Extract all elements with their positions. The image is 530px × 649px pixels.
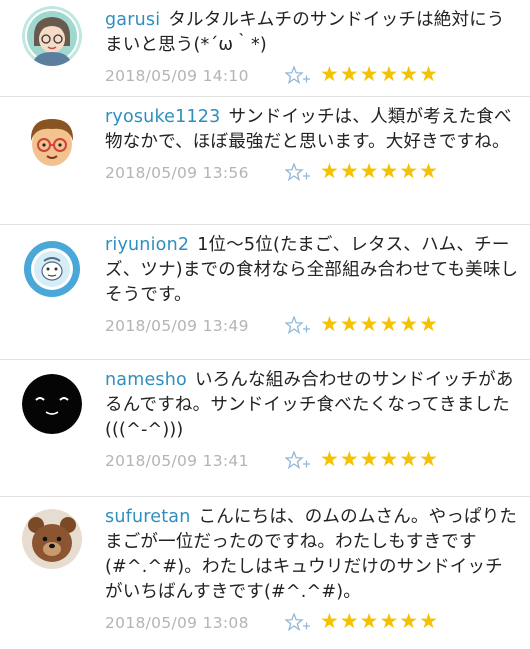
timestamp: 2018/05/09 13:08 (105, 614, 249, 632)
comment-meta: 2018/05/09 13:56 ★★★★★★ (105, 155, 520, 199)
rating-stars: ★★★★★★ (320, 447, 439, 471)
star-plus-icon[interactable] (285, 451, 311, 471)
comment-meta: 2018/05/09 13:49 ★★★★★★ (105, 308, 520, 352)
star-plus-icon[interactable] (285, 613, 311, 633)
rating-stars: ★★★★★★ (320, 312, 439, 336)
comment-item: namesho いろんな組み合わせのサンドイッチがあるんですね。サンドイッチ食べた… (0, 360, 530, 497)
comment-item: ryosuke1123 サンドイッチは、人類が考えた食べ物なかで、ほぼ最強だと思い… (0, 97, 530, 225)
avatar-boy-glasses-icon[interactable] (22, 111, 82, 171)
comment-body: riyunion2 1位〜5位(たまご、レタス、ハム、チーズ、ツナ)までの食材なら… (105, 233, 520, 308)
comment-meta: 2018/05/09 13:08 ★★★★★★ (105, 605, 520, 649)
timestamp: 2018/05/09 14:10 (105, 67, 249, 85)
username-link[interactable]: riyunion2 (105, 235, 189, 255)
avatar-black-smiley-icon[interactable] (22, 374, 82, 434)
username-link[interactable]: sufuretan (105, 507, 191, 527)
comment-body: namesho いろんな組み合わせのサンドイッチがあるんですね。サンドイッチ食べた… (105, 368, 520, 443)
comment-list: garusi タルタルキムチのサンドイッチは絶対にうまいと思う(*´ω｀*) 20… (0, 0, 530, 647)
star-plus-icon[interactable] (285, 66, 311, 86)
rating-stars: ★★★★★★ (320, 62, 439, 86)
avatar-badge-emblem-icon[interactable] (22, 239, 82, 299)
comment-item: garusi タルタルキムチのサンドイッチは絶対にうまいと思う(*´ω｀*) 20… (0, 0, 530, 97)
comment-item: riyunion2 1位〜5位(たまご、レタス、ハム、チーズ、ツナ)までの食材なら… (0, 225, 530, 360)
star-plus-icon[interactable] (285, 163, 311, 183)
timestamp: 2018/05/09 13:41 (105, 452, 249, 470)
username-link[interactable]: namesho (105, 370, 187, 390)
comment-body: ryosuke1123 サンドイッチは、人類が考えた食べ物なかで、ほぼ最強だと思い… (105, 105, 520, 155)
avatar-teddy-bear-icon[interactable] (22, 509, 82, 569)
username-link[interactable]: garusi (105, 10, 160, 30)
rating-stars: ★★★★★★ (320, 159, 439, 183)
comment-meta: 2018/05/09 14:10 ★★★★★★ (105, 58, 520, 102)
comment-item: sufuretan こんにちは、のムのムさん。やっぱりたまごが一位だったのですね。… (0, 497, 530, 647)
star-plus-icon[interactable] (285, 316, 311, 336)
username-link[interactable]: ryosuke1123 (105, 107, 220, 127)
avatar-illustrated-face-icon[interactable] (22, 6, 82, 66)
rating-stars: ★★★★★★ (320, 609, 439, 633)
comment-text: タルタルキムチのサンドイッチは絶対にうまいと思う(*´ω｀*) (105, 10, 505, 55)
comment-body: sufuretan こんにちは、のムのムさん。やっぱりたまごが一位だったのですね。… (105, 505, 520, 605)
comment-body: garusi タルタルキムチのサンドイッチは絶対にうまいと思う(*´ω｀*) (105, 8, 520, 58)
timestamp: 2018/05/09 13:56 (105, 164, 249, 182)
comment-meta: 2018/05/09 13:41 ★★★★★★ (105, 443, 520, 487)
timestamp: 2018/05/09 13:49 (105, 317, 249, 335)
